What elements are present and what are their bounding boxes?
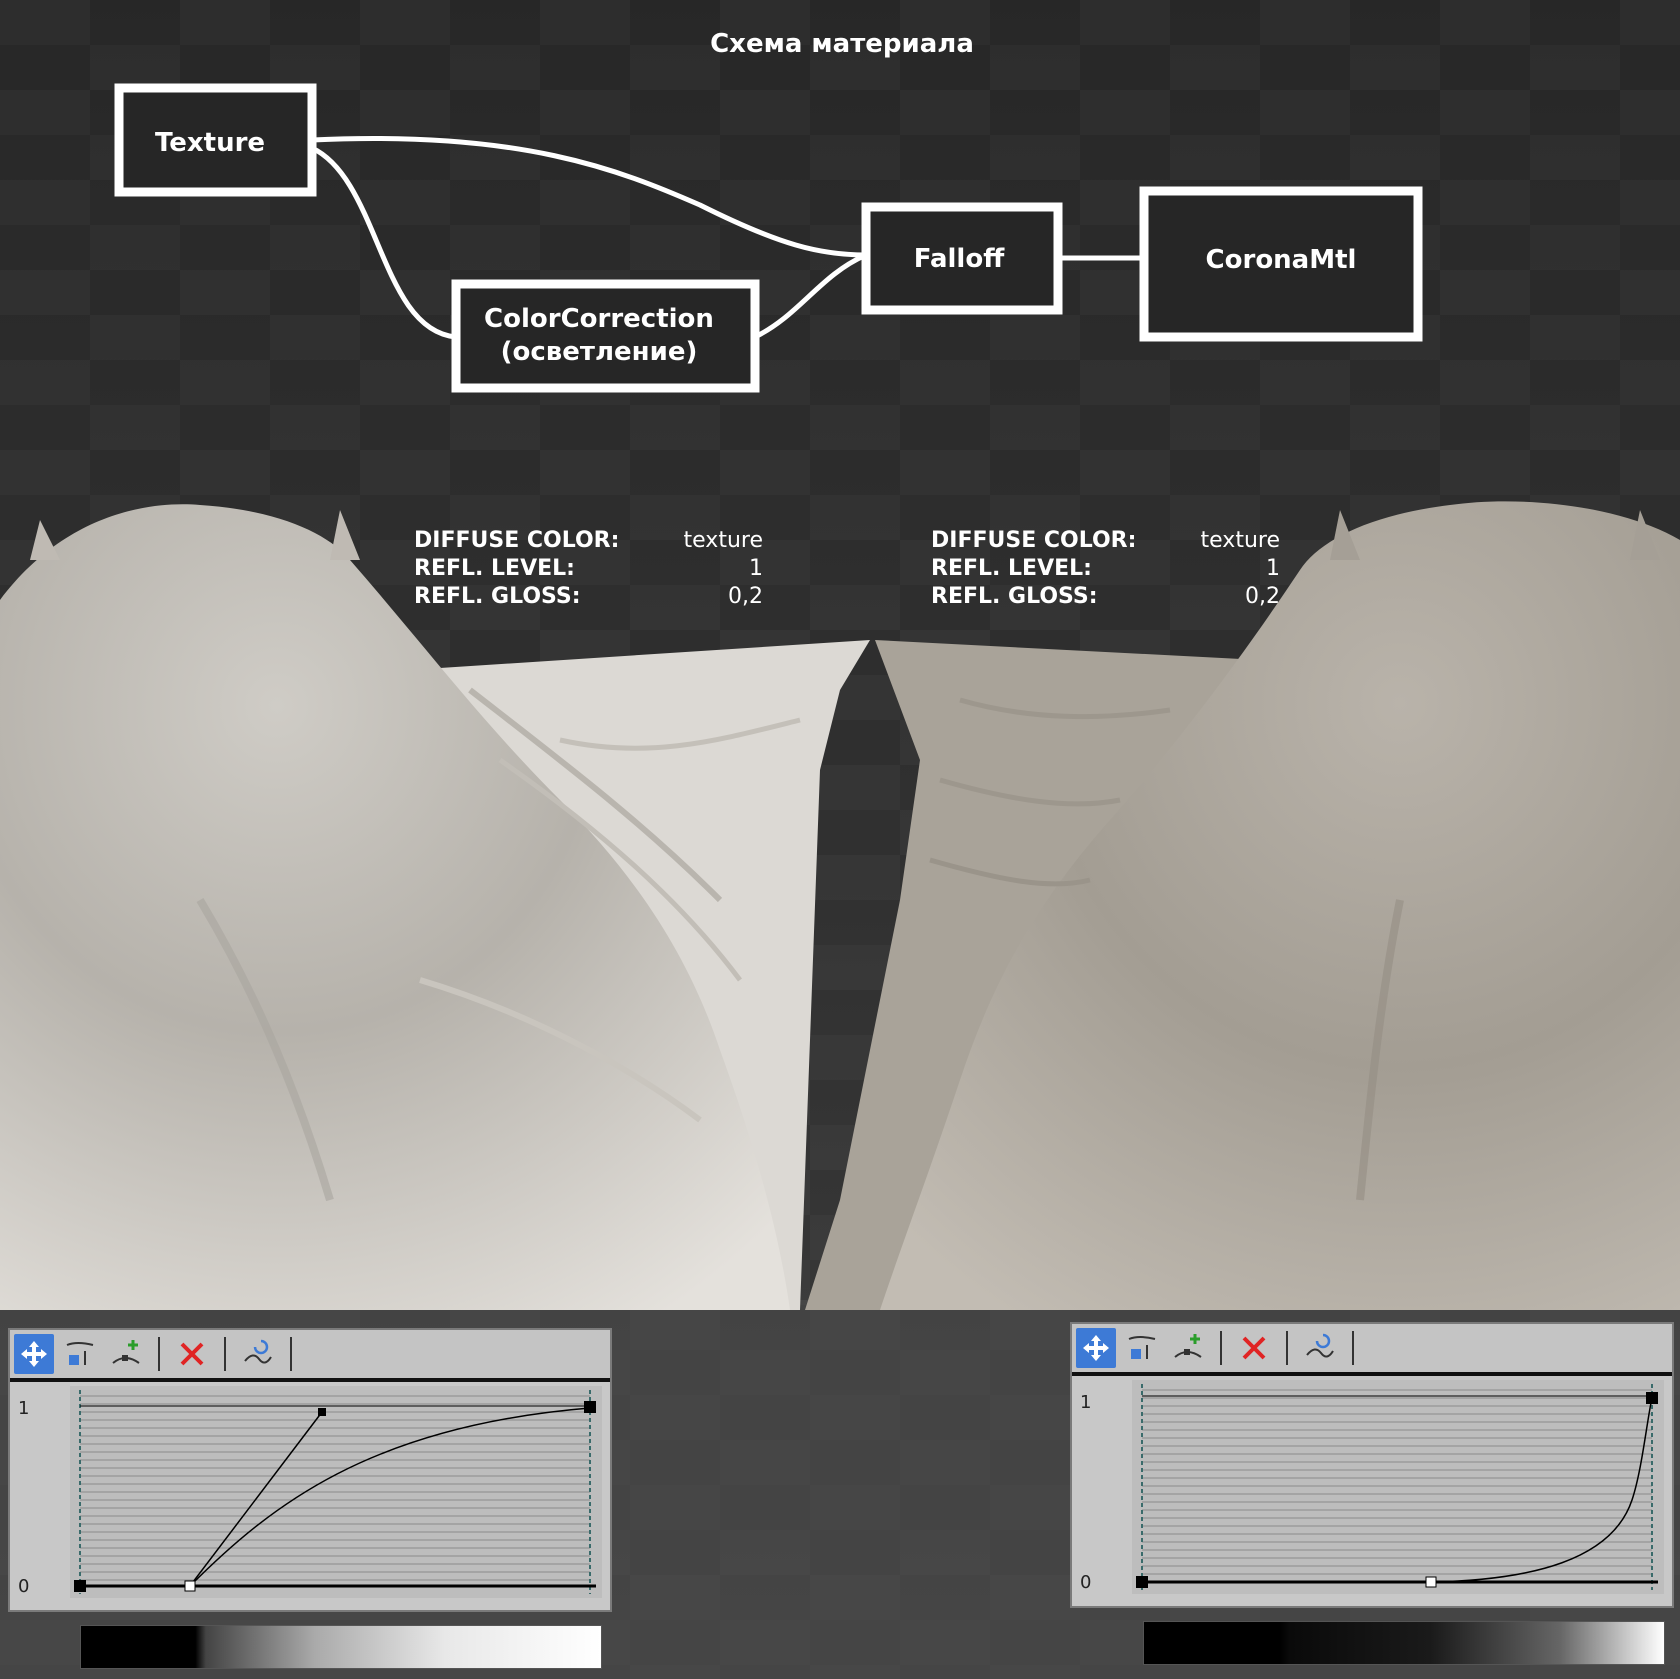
toolbar-separator [1286, 1331, 1288, 1365]
node-falloff-label: Falloff [914, 244, 1005, 274]
gradient-preview-left [80, 1625, 602, 1669]
param-left-key-1: REFL. LEVEL: [414, 556, 575, 581]
node-colorcorrection-label: ColorCorrection [484, 304, 714, 334]
node-colorcorrection: ColorCorrection (осветление) [451, 279, 760, 393]
reset-curve-icon[interactable] [1300, 1328, 1340, 1368]
delete-icon[interactable] [1234, 1328, 1274, 1368]
delete-icon[interactable] [172, 1334, 212, 1374]
param-right-key-1: REFL. LEVEL: [931, 556, 1092, 581]
curve-point[interactable] [74, 1580, 86, 1592]
move-icon[interactable] [14, 1334, 54, 1374]
curve-graph-right[interactable] [1132, 1380, 1664, 1594]
toolbar-separator [290, 1337, 292, 1371]
node-coronamtl: CoronaMtl [1139, 186, 1423, 342]
param-left-key-2: REFL. GLOSS: [414, 584, 581, 609]
material-scheme-image: Схема материала Texture ColorCorrection … [0, 0, 1680, 1679]
curve-editor-right: 1 0 [1070, 1322, 1674, 1608]
curve-point[interactable] [1646, 1392, 1658, 1404]
curve-point[interactable] [1425, 1576, 1437, 1588]
reset-curve-icon[interactable] [238, 1334, 278, 1374]
toolbar-separator [158, 1337, 160, 1371]
node-falloff: Falloff [861, 202, 1063, 315]
param-left-value-0: texture [684, 528, 763, 553]
curve-toolbar-left [10, 1330, 610, 1382]
param-left-key-0: DIFFUSE COLOR: [414, 528, 619, 553]
curve-point[interactable] [318, 1408, 326, 1416]
axis-min-left: 0 [18, 1576, 30, 1597]
param-right-value-1: 1 [1266, 556, 1280, 581]
param-right-key-2: REFL. GLOSS: [931, 584, 1098, 609]
toolbar-separator [1352, 1331, 1354, 1365]
move-icon[interactable] [1076, 1328, 1116, 1368]
curve-editor-left: 1 0 [8, 1328, 612, 1612]
insert-point-icon[interactable] [106, 1334, 146, 1374]
param-right-value-0: texture [1201, 528, 1280, 553]
node-coronamtl-label: CoronaMtl [1206, 245, 1357, 275]
curve-plot-left [74, 1390, 596, 1594]
curve-point[interactable] [584, 1401, 596, 1413]
toolbar-separator [224, 1337, 226, 1371]
param-left-value-1: 1 [749, 556, 763, 581]
curve-point[interactable] [1136, 1576, 1148, 1588]
scale-point-icon[interactable] [60, 1334, 100, 1374]
scale-point-icon[interactable] [1122, 1328, 1162, 1368]
curve-graph-left[interactable] [70, 1386, 602, 1598]
node-texture-label: Texture [155, 128, 265, 158]
curve-point[interactable] [184, 1580, 196, 1592]
node-colorcorrection-sublabel: (осветление) [501, 337, 698, 367]
axis-min-right: 0 [1080, 1572, 1092, 1593]
param-left-value-2: 0,2 [728, 584, 763, 609]
node-texture: Texture [114, 83, 317, 197]
curve-plot-right [1136, 1384, 1658, 1590]
toolbar-separator [1220, 1331, 1222, 1365]
param-right-key-0: DIFFUSE COLOR: [931, 528, 1136, 553]
gradient-preview-right [1143, 1621, 1665, 1665]
curve-toolbar-right [1072, 1324, 1672, 1376]
diagram-title: Схема материала [710, 29, 974, 59]
axis-max-right: 1 [1080, 1392, 1092, 1413]
axis-max-left: 1 [18, 1398, 30, 1419]
insert-point-icon[interactable] [1168, 1328, 1208, 1368]
param-right-value-2: 0,2 [1245, 584, 1280, 609]
